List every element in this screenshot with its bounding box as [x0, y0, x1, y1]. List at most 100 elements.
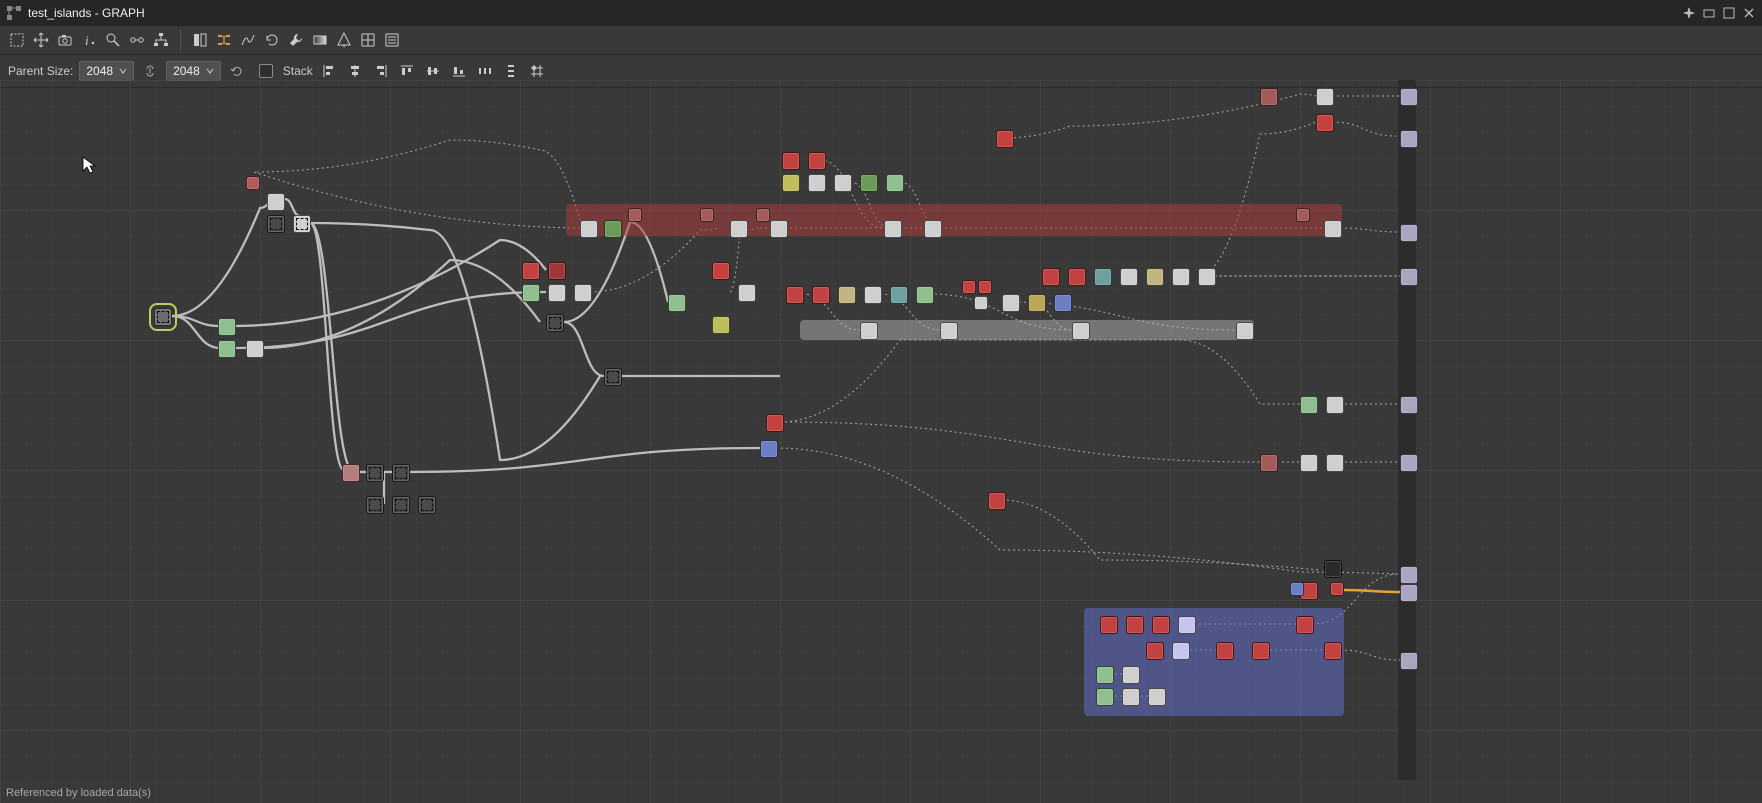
graph-node[interactable]: [834, 174, 852, 192]
pin-button[interactable]: [1680, 4, 1698, 22]
panels-icon[interactable]: [189, 30, 211, 50]
graph-node[interactable]: [766, 414, 784, 432]
align-center-v-icon[interactable]: [423, 61, 443, 81]
grid-icon[interactable]: [357, 30, 379, 50]
info-icon[interactable]: i: [78, 30, 100, 50]
maximize-button[interactable]: [1720, 4, 1738, 22]
graph-node[interactable]: [1400, 652, 1418, 670]
graph-node[interactable]: [1152, 616, 1170, 634]
graph-node[interactable]: [860, 322, 878, 340]
graph-node[interactable]: [1290, 582, 1304, 596]
distribute-h-icon[interactable]: [475, 61, 495, 81]
align-top-icon[interactable]: [397, 61, 417, 81]
graph-node[interactable]: [267, 193, 285, 211]
align-right-icon[interactable]: [371, 61, 391, 81]
graph-node[interactable]: [418, 496, 436, 514]
graph-node[interactable]: [712, 316, 730, 334]
graph-node[interactable]: [366, 496, 384, 514]
graph-node[interactable]: [1260, 454, 1278, 472]
graph-node[interactable]: [1172, 268, 1190, 286]
link-icon[interactable]: [126, 30, 148, 50]
graph-node[interactable]: [1296, 616, 1314, 634]
graph-node[interactable]: [1400, 130, 1418, 148]
graph-node[interactable]: [1042, 268, 1060, 286]
graph-node[interactable]: [974, 296, 988, 310]
graph-node[interactable]: [962, 280, 976, 294]
graph-node[interactable]: [246, 340, 264, 358]
graph-node[interactable]: [1028, 294, 1046, 312]
curve-icon[interactable]: [237, 30, 259, 50]
graph-node[interactable]: [218, 340, 236, 358]
graph-node[interactable]: [860, 174, 878, 192]
distribute-v-icon[interactable]: [501, 61, 521, 81]
graph-node[interactable]: [548, 262, 566, 280]
graph-node[interactable]: [978, 280, 992, 294]
graph-node[interactable]: [786, 286, 804, 304]
graph-node[interactable]: [154, 308, 172, 326]
graph-node[interactable]: [890, 286, 908, 304]
graph-node[interactable]: [1126, 616, 1144, 634]
graph-node[interactable]: [392, 496, 410, 514]
graph-node[interactable]: [1120, 268, 1138, 286]
parent-size-height-dropdown[interactable]: 2048: [166, 61, 221, 81]
graph-node[interactable]: [812, 286, 830, 304]
graph-node[interactable]: [1400, 566, 1418, 584]
highlight-icon[interactable]: [333, 30, 355, 50]
graph-node[interactable]: [1400, 224, 1418, 242]
graph-node[interactable]: [1054, 294, 1072, 312]
graph-node[interactable]: [1316, 88, 1334, 106]
camera-icon[interactable]: [54, 30, 76, 50]
reset-size-icon[interactable]: [227, 61, 247, 81]
graph-node[interactable]: [668, 294, 686, 312]
graph-node[interactable]: [1300, 454, 1318, 472]
align-bottom-icon[interactable]: [449, 61, 469, 81]
graph-node[interactable]: [293, 215, 311, 233]
graph-node[interactable]: [392, 464, 410, 482]
graph-node[interactable]: [886, 174, 904, 192]
graph-node[interactable]: [1100, 616, 1118, 634]
graph-node[interactable]: [940, 322, 958, 340]
graph-node[interactable]: [808, 152, 826, 170]
graph-node[interactable]: [1216, 642, 1234, 660]
graph-node[interactable]: [924, 220, 942, 238]
graph-node[interactable]: [1146, 642, 1164, 660]
list-icon[interactable]: [381, 30, 403, 50]
graph-node[interactable]: [546, 314, 564, 332]
select-tool-icon[interactable]: [6, 30, 28, 50]
graph-node[interactable]: [884, 220, 902, 238]
graph-node[interactable]: [1400, 584, 1418, 602]
graph-node[interactable]: [1326, 454, 1344, 472]
close-button[interactable]: [1740, 4, 1758, 22]
graph-node[interactable]: [864, 286, 882, 304]
graph-node[interactable]: [522, 262, 540, 280]
hierarchy-icon[interactable]: [150, 30, 172, 50]
graph-node[interactable]: [342, 464, 360, 482]
graph-node[interactable]: [1002, 294, 1020, 312]
graph-node[interactable]: [738, 284, 756, 302]
graph-node[interactable]: [1296, 208, 1310, 222]
graph-node[interactable]: [218, 318, 236, 336]
graph-node[interactable]: [1096, 666, 1114, 684]
graph-node[interactable]: [604, 220, 622, 238]
zoom-icon[interactable]: [102, 30, 124, 50]
graph-node[interactable]: [1096, 688, 1114, 706]
graph-node[interactable]: [366, 464, 384, 482]
graph-frame[interactable]: [566, 204, 1342, 236]
graph-node[interactable]: [712, 262, 730, 280]
graph-node[interactable]: [1172, 642, 1190, 660]
graph-node[interactable]: [700, 208, 714, 222]
graph-node[interactable]: [522, 284, 540, 302]
graph-node[interactable]: [1068, 268, 1086, 286]
graph-node[interactable]: [1330, 582, 1344, 596]
parent-size-width-dropdown[interactable]: 2048: [79, 61, 134, 81]
graph-node[interactable]: [604, 368, 622, 386]
graph-node[interactable]: [267, 215, 285, 233]
graph-node[interactable]: [1300, 396, 1318, 414]
graph-node[interactable]: [1326, 396, 1344, 414]
graph-node[interactable]: [1094, 268, 1112, 286]
graph-node[interactable]: [760, 440, 778, 458]
graph-node[interactable]: [1400, 88, 1418, 106]
graph-canvas[interactable]: [0, 80, 1762, 803]
graph-node[interactable]: [1400, 396, 1418, 414]
refresh-icon[interactable]: [261, 30, 283, 50]
